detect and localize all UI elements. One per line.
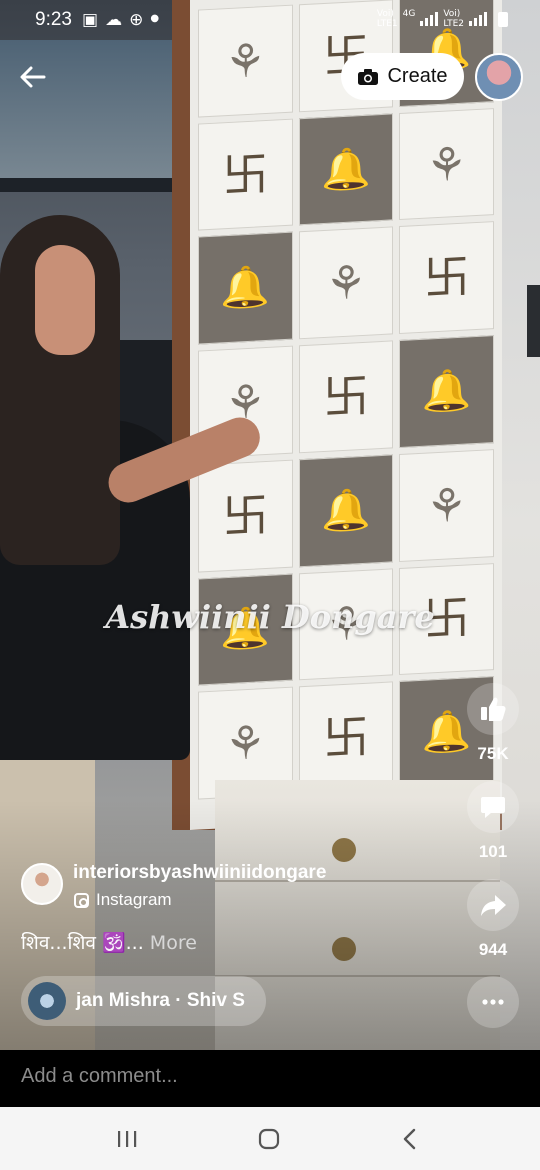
battery-icon bbox=[498, 11, 508, 27]
bell-tile: 🔔 bbox=[298, 113, 394, 226]
swastika-tile: 卐 bbox=[298, 681, 394, 795]
recent-apps-icon bbox=[118, 1131, 137, 1147]
network-type: 4G bbox=[402, 9, 416, 19]
more-options-button[interactable] bbox=[467, 976, 519, 1028]
like-button[interactable]: 75K bbox=[467, 683, 519, 764]
caption[interactable]: शिव...शिव 🕉️... More bbox=[21, 929, 197, 955]
wall-switch bbox=[527, 285, 540, 357]
creator-avatar[interactable] bbox=[21, 863, 63, 905]
notification-icons: ▣ ☁ ⊕ ● bbox=[82, 10, 159, 30]
create-label: Create bbox=[387, 65, 448, 87]
gallery-icon: ▣ bbox=[82, 10, 99, 30]
creator-source: Instagram bbox=[74, 890, 172, 910]
music-pill[interactable]: jan Mishra · Shiv S bbox=[21, 976, 266, 1026]
recent-apps-button[interactable] bbox=[107, 1123, 147, 1155]
back-button[interactable] bbox=[16, 60, 50, 94]
status-bar: 9:23 ▣ ☁ ⊕ ● Voi) LTE1 4G Voi) LTE2 bbox=[0, 0, 540, 40]
comment-count: 101 bbox=[478, 842, 508, 861]
instagram-icon bbox=[74, 892, 89, 908]
creator-source-label: Instagram bbox=[96, 890, 172, 909]
lotus-tile: ⚘ bbox=[298, 226, 394, 340]
caption-more-link[interactable]: More bbox=[150, 932, 197, 954]
caption-text: शिव...शिव 🕉️... bbox=[21, 932, 144, 954]
share-count: 944 bbox=[478, 940, 508, 959]
dot-icon: ● bbox=[150, 13, 160, 24]
home-icon bbox=[258, 1128, 280, 1150]
signal-icon bbox=[420, 12, 439, 26]
thumbs-up-icon bbox=[481, 697, 506, 721]
cloud-icon: ☁ bbox=[105, 10, 123, 30]
creator-name[interactable]: interiorsbyashwiiniidongare bbox=[73, 862, 326, 884]
vpn-icon: ⊕ bbox=[129, 10, 144, 30]
bell-tile: 🔔 bbox=[198, 232, 293, 345]
arrow-left-icon bbox=[20, 66, 46, 88]
mandir-door-panel: ⚘ 卐 🔔 卐 🔔 ⚘ 🔔 ⚘ 卐 ⚘ 卐 🔔 卐 🔔 ⚘ 🔔 ⚘ 卐 ⚘ 卐 … bbox=[190, 0, 502, 830]
create-button[interactable]: Create bbox=[341, 53, 464, 100]
home-button[interactable] bbox=[249, 1123, 289, 1155]
comment-input[interactable] bbox=[21, 1065, 441, 1088]
status-time: 9:23 bbox=[35, 9, 72, 30]
network-status: Voi) LTE1 4G Voi) LTE2 bbox=[377, 9, 508, 29]
music-disc-icon bbox=[28, 982, 66, 1020]
lotus-tile: ⚘ bbox=[399, 448, 494, 562]
comment-button[interactable]: 101 bbox=[467, 781, 519, 862]
comment-icon bbox=[481, 797, 505, 818]
chevron-left-icon bbox=[403, 1128, 416, 1150]
signal-icon bbox=[469, 12, 487, 26]
bell-tile: 🔔 bbox=[298, 454, 394, 567]
swastika-tile: 卐 bbox=[298, 340, 394, 454]
music-track: jan Mishra · Shiv S bbox=[76, 990, 245, 1011]
swastika-tile: 卐 bbox=[198, 118, 293, 232]
more-horizontal-icon bbox=[482, 999, 504, 1005]
share-icon bbox=[481, 895, 506, 916]
comment-bar bbox=[0, 1050, 540, 1107]
swastika-tile: 卐 bbox=[198, 459, 293, 573]
profile-avatar[interactable] bbox=[475, 53, 523, 101]
like-count: 75K bbox=[477, 744, 509, 763]
camera-icon bbox=[358, 68, 379, 85]
lotus-tile: ⚘ bbox=[399, 107, 494, 221]
system-nav-bar bbox=[0, 1107, 540, 1170]
video-watermark: Ashwiinii Dongare bbox=[105, 598, 435, 636]
bell-tile: 🔔 bbox=[399, 335, 494, 448]
swastika-tile: 卐 bbox=[399, 221, 494, 335]
share-button[interactable]: 944 bbox=[467, 879, 519, 960]
system-back-button[interactable] bbox=[390, 1123, 430, 1155]
